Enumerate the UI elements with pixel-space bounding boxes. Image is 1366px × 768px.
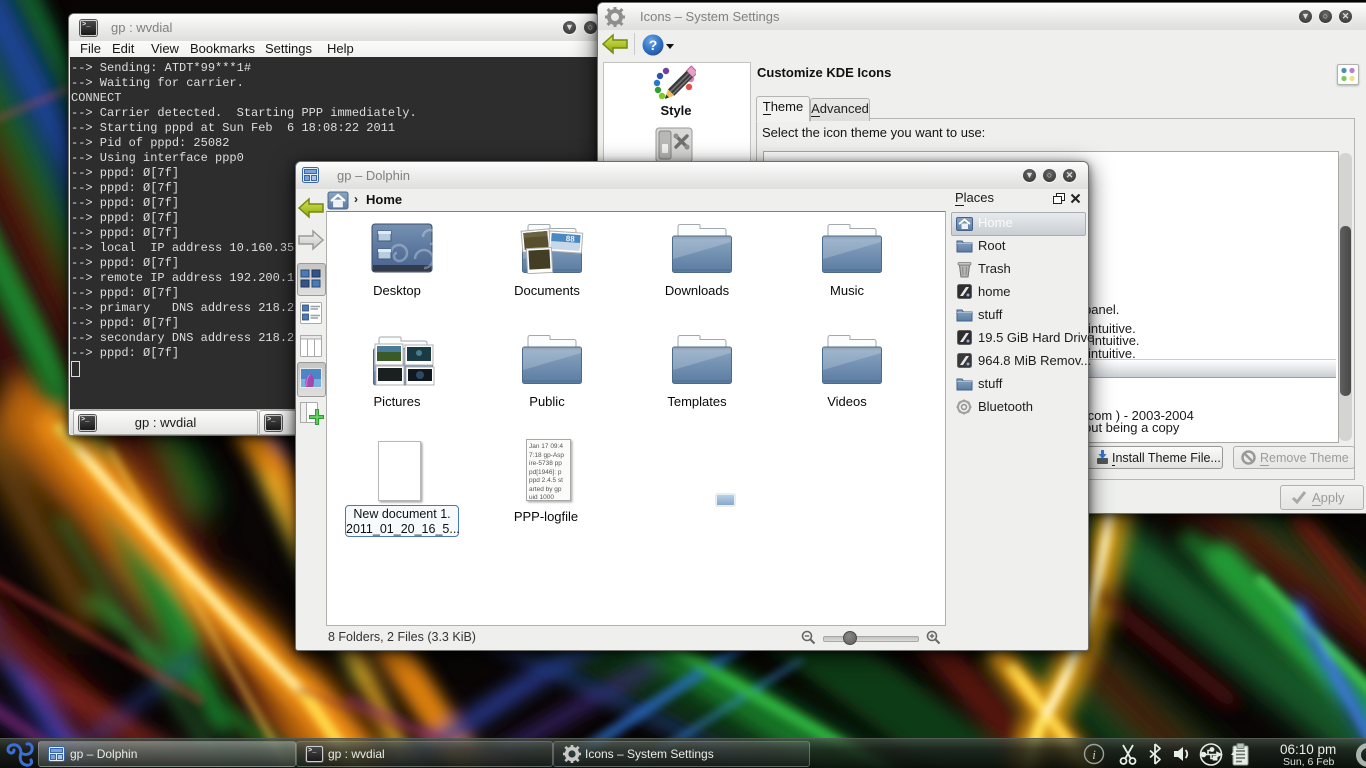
svg-text:88: 88 [566,234,576,244]
svg-text:?: ? [649,37,658,53]
svg-text:i: i [1092,747,1096,762]
